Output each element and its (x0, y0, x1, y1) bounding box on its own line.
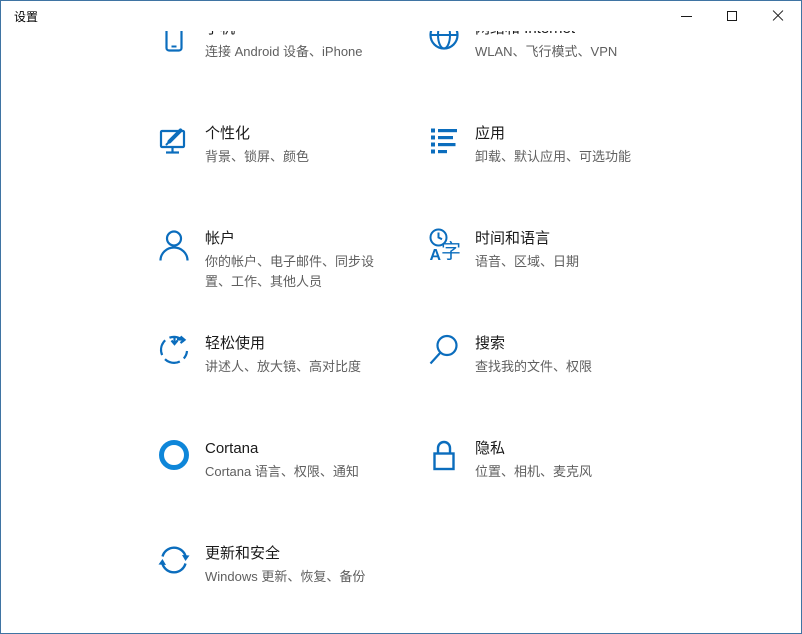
privacy-lock-icon (426, 437, 462, 473)
update-security-icon (156, 542, 192, 578)
tile-subtitle: 位置、相机、麦克风 (475, 462, 651, 482)
tile-subtitle: Cortana 语言、权限、通知 (205, 462, 381, 482)
minimize-icon (681, 16, 692, 17)
svg-text:A: A (430, 247, 442, 263)
time-language-icon: A 字 (426, 227, 462, 263)
tile-subtitle: 查找我的文件、权限 (475, 357, 651, 377)
ease-of-access-icon (156, 332, 192, 368)
window-controls (663, 1, 801, 31)
settings-tile-accounts[interactable]: 帐户 你的帐户、电子邮件、同步设置、工作、其他人员 (156, 211, 426, 316)
settings-tile-network[interactable]: 网络和 Internet WLAN、飞行模式、VPN (426, 31, 696, 106)
tile-subtitle: 讲述人、放大镜、高对比度 (205, 357, 381, 377)
tile-title: 轻松使用 (205, 336, 410, 352)
settings-category-grid: 手机 连接 Android 设备、iPhone 网络和 Internet WLA… (156, 31, 696, 631)
settings-tile-ease-of-access[interactable]: 轻松使用 讲述人、放大镜、高对比度 (156, 316, 426, 421)
tile-subtitle: WLAN、飞行模式、VPN (475, 42, 651, 62)
settings-tile-apps[interactable]: 应用 卸载、默认应用、可选功能 (426, 106, 696, 211)
search-icon (426, 332, 462, 368)
tile-title: 帐户 (205, 231, 410, 247)
window-title: 设置 (14, 10, 38, 24)
close-button[interactable] (755, 1, 801, 31)
settings-tile-update-security[interactable]: 更新和安全 Windows 更新、恢复、备份 (156, 526, 426, 631)
tile-subtitle: Windows 更新、恢复、备份 (205, 567, 381, 587)
minimize-button[interactable] (663, 1, 709, 31)
settings-tile-search[interactable]: 搜索 查找我的文件、权限 (426, 316, 696, 421)
tile-title: Cortana (205, 441, 410, 457)
accounts-person-icon (156, 227, 192, 263)
tile-title: 手机 (205, 31, 410, 37)
tile-title: 隐私 (475, 441, 680, 457)
tile-title: 更新和安全 (205, 546, 410, 562)
personalization-icon (156, 122, 192, 158)
settings-tile-time-language[interactable]: A 字 时间和语言 语音、区域、日期 (426, 211, 696, 316)
tile-subtitle: 背景、锁屏、颜色 (205, 147, 381, 167)
settings-home-viewport: 手机 连接 Android 设备、iPhone 网络和 Internet WLA… (1, 31, 801, 633)
tile-subtitle: 连接 Android 设备、iPhone (205, 42, 381, 62)
tile-subtitle: 你的帐户、电子邮件、同步设置、工作、其他人员 (205, 252, 381, 292)
apps-list-icon (426, 122, 462, 158)
maximize-icon (727, 11, 737, 21)
phone-icon (156, 31, 192, 53)
network-globe-icon (426, 31, 462, 53)
cortana-icon (156, 437, 192, 473)
tile-title: 网络和 Internet (475, 31, 680, 37)
settings-tile-phone[interactable]: 手机 连接 Android 设备、iPhone (156, 31, 426, 106)
settings-window: 设置 手机 连接 Android 设备、iPhone (0, 0, 802, 634)
tile-subtitle: 语音、区域、日期 (475, 252, 651, 272)
tile-title: 应用 (475, 126, 680, 142)
tile-title: 时间和语言 (475, 231, 680, 247)
settings-tile-privacy[interactable]: 隐私 位置、相机、麦克风 (426, 421, 696, 526)
settings-tile-cortana[interactable]: Cortana Cortana 语言、权限、通知 (156, 421, 426, 526)
settings-tile-personalization[interactable]: 个性化 背景、锁屏、颜色 (156, 106, 426, 211)
close-icon (772, 10, 784, 22)
maximize-button[interactable] (709, 1, 755, 31)
tile-title: 搜索 (475, 336, 680, 352)
tile-subtitle: 卸载、默认应用、可选功能 (475, 147, 651, 167)
tile-title: 个性化 (205, 126, 410, 142)
svg-text:字: 字 (441, 240, 461, 263)
titlebar: 设置 (1, 1, 801, 31)
